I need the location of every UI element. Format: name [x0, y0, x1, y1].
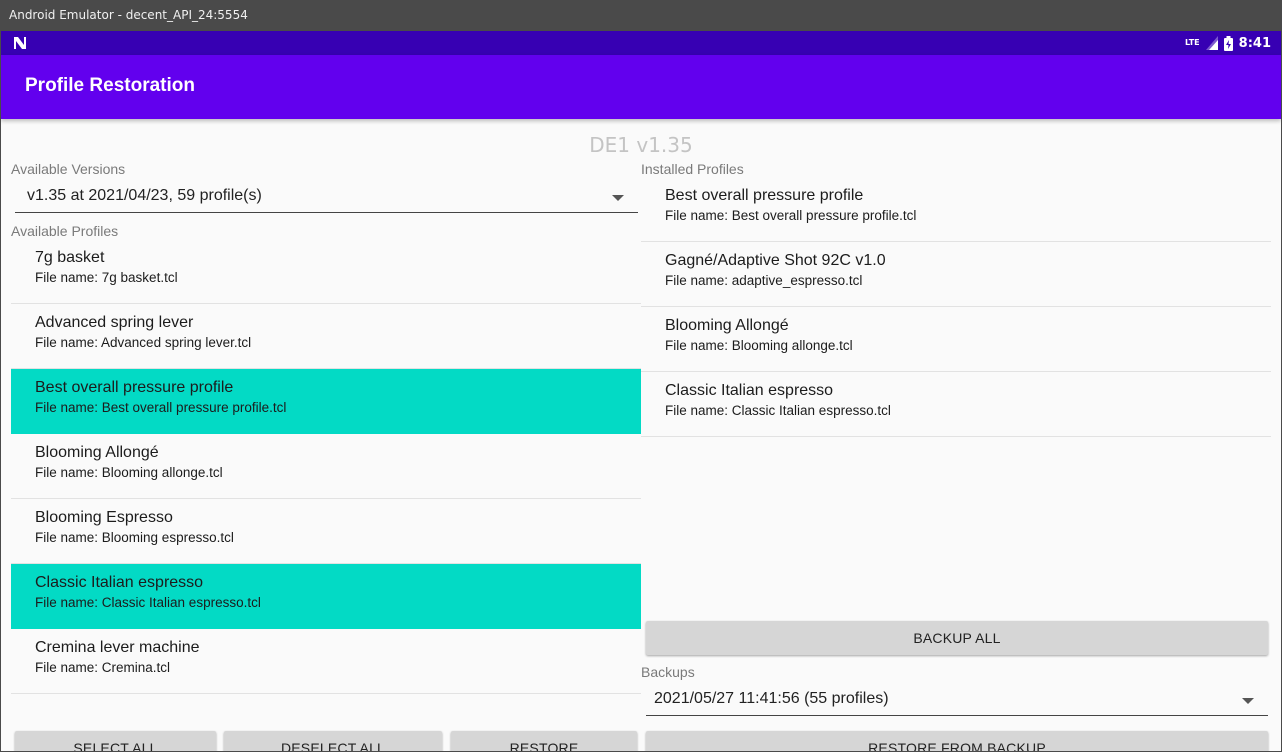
profile-item[interactable]: Classic Italian espresso File name: Clas…	[11, 564, 641, 629]
dropdown-arrow-icon	[612, 195, 624, 201]
profile-file: File name: Blooming espresso.tcl	[35, 530, 234, 545]
installed-profiles-list[interactable]: Best overall pressure profile File name:…	[641, 177, 1271, 443]
profile-file: File name: Cremina.tcl	[35, 660, 171, 675]
profile-file: File name: Advanced spring lever.tcl	[35, 335, 252, 350]
backup-spinner[interactable]: 2021/05/27 11:41:56 (55 profiles)	[646, 686, 1268, 716]
select-all-button[interactable]: SELECT ALL	[15, 731, 216, 751]
version-spinner[interactable]: v1.35 at 2021/04/23, 59 profile(s)	[15, 183, 638, 213]
installed-item[interactable]: Best overall pressure profile File name:…	[641, 177, 1271, 242]
installed-file: File name: Best overall pressure profile…	[665, 208, 917, 223]
backup-spinner-value: 2021/05/27 11:41:56 (55 profiles)	[654, 690, 889, 707]
profile-name: Best overall pressure profile	[35, 379, 234, 396]
machine-version: DE1 v1.35	[589, 133, 693, 157]
backup-all-button[interactable]: BACKUP ALL	[646, 621, 1268, 655]
restore-button[interactable]: RESTORE	[451, 731, 637, 751]
installed-name: Best overall pressure profile	[665, 187, 864, 204]
profile-name: Classic Italian espresso	[35, 574, 204, 591]
device-screen: LTE 8:41 Profile Restoration DE1 v1.35 A…	[1, 31, 1281, 751]
installed-item[interactable]: Gagné/Adaptive Shot 92C v1.0 File name: …	[641, 242, 1271, 307]
profile-name: 7g basket	[35, 249, 105, 266]
available-profiles-list[interactable]: 7g basket File name: 7g basket.tcl Advan…	[11, 239, 641, 713]
restore-from-backup-button[interactable]: RESTORE FROM BACKUP	[646, 731, 1268, 751]
version-spinner-value: v1.35 at 2021/04/23, 59 profile(s)	[27, 187, 262, 204]
clock: 8:41	[1238, 35, 1271, 51]
profile-file: File name: Blooming allonge.tcl	[35, 465, 223, 480]
profile-name: Advanced spring lever	[35, 314, 194, 331]
installed-name: Blooming Allongé	[665, 317, 789, 334]
installed-profiles-label: Installed Profiles	[641, 161, 744, 177]
main-content: DE1 v1.35 Available Versions v1.35 at 20…	[1, 119, 1281, 751]
installed-file: File name: adaptive_espresso.tcl	[665, 273, 863, 288]
window-title: Android Emulator - decent_API_24:5554	[0, 0, 1282, 31]
profile-item[interactable]: Advanced spring lever File name: Advance…	[11, 304, 641, 369]
installed-item[interactable]: Blooming Allongé File name: Blooming all…	[641, 307, 1271, 372]
profile-file: File name: Best overall pressure profile…	[35, 400, 287, 415]
n-notification-icon	[14, 37, 26, 49]
installed-file: File name: Classic Italian espresso.tcl	[665, 403, 891, 418]
network-type: LTE	[1184, 38, 1200, 47]
profile-file: File name: 7g basket.tcl	[35, 270, 178, 285]
emulator-window: Android Emulator - decent_API_24:5554 LT…	[0, 0, 1282, 752]
profile-item[interactable]: Best overall pressure profile File name:…	[11, 369, 641, 434]
installed-item[interactable]: Classic Italian espresso File name: Clas…	[641, 372, 1271, 437]
installed-name: Classic Italian espresso	[665, 382, 834, 399]
dropdown-arrow-icon	[1242, 698, 1254, 704]
profile-file: File name: Classic Italian espresso.tcl	[35, 595, 261, 610]
page-title: Profile Restoration	[25, 75, 195, 96]
signal-icon	[1205, 36, 1218, 50]
profile-name: Blooming Espresso	[35, 509, 173, 526]
profile-item[interactable]: 7g basket File name: 7g basket.tcl	[11, 239, 641, 304]
available-versions-label: Available Versions	[11, 161, 126, 177]
profile-name: Blooming Allongé	[35, 444, 159, 461]
profile-item[interactable]: Cremina lever machine File name: Cremina…	[11, 629, 641, 694]
app-bar: Profile Restoration	[1, 55, 1281, 119]
status-right: LTE 8:41	[1185, 31, 1271, 55]
profile-item[interactable]: Blooming Allongé File name: Blooming all…	[11, 434, 641, 499]
deselect-all-button[interactable]: DESELECT ALL	[224, 731, 442, 751]
status-bar: LTE 8:41	[1, 31, 1281, 55]
installed-name: Gagné/Adaptive Shot 92C v1.0	[665, 252, 886, 269]
available-profiles-label: Available Profiles	[11, 223, 119, 239]
battery-charging-icon	[1223, 35, 1233, 51]
profile-item[interactable]: Blooming Espresso File name: Blooming es…	[11, 499, 641, 564]
backups-label: Backups	[641, 664, 695, 680]
installed-file: File name: Blooming allonge.tcl	[665, 338, 853, 353]
profile-name: Cremina lever machine	[35, 639, 200, 656]
